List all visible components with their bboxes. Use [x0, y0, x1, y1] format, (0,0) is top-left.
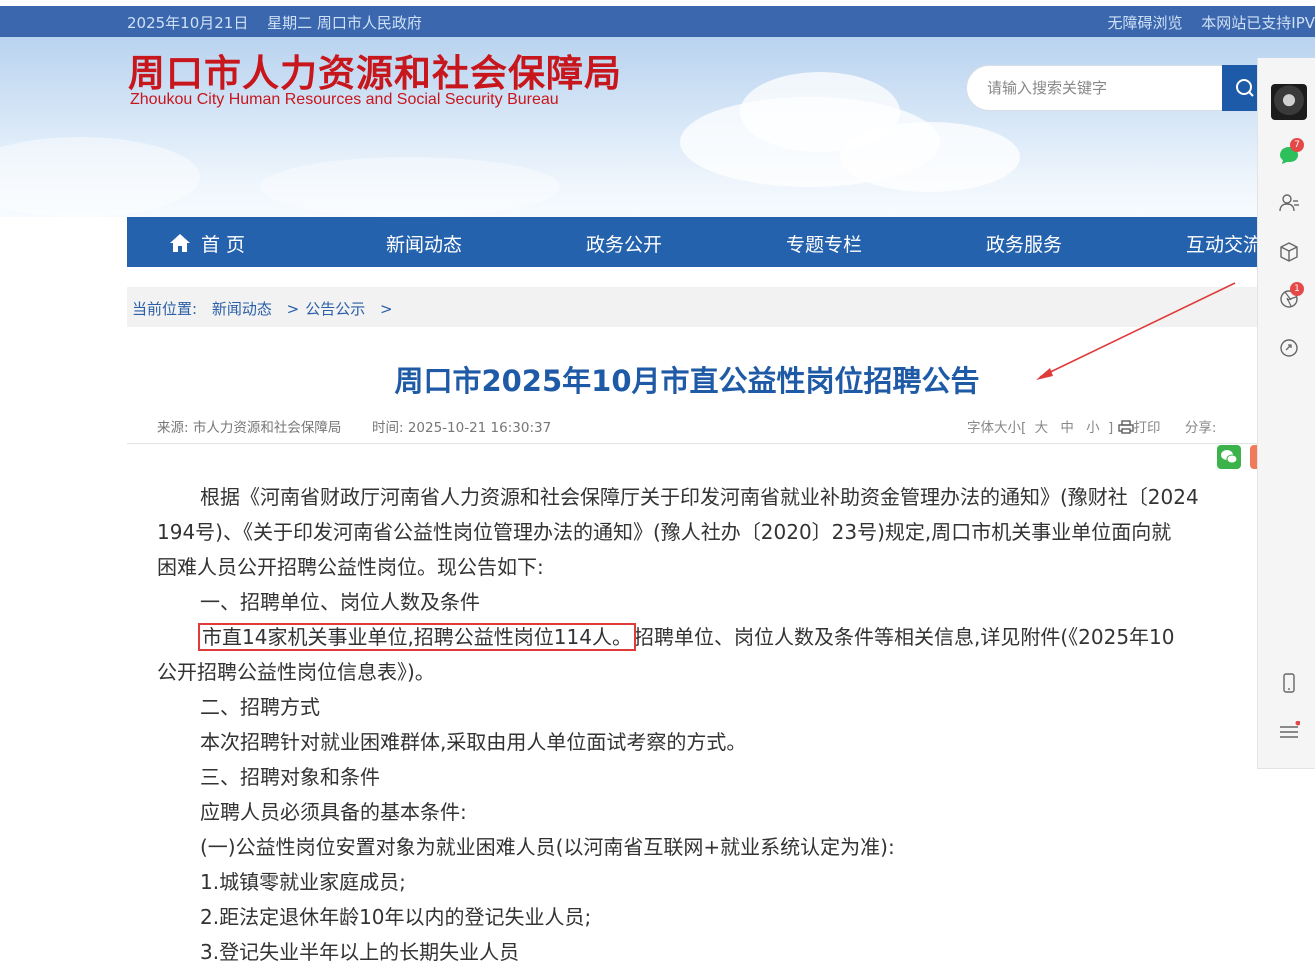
right-toolbar: 7 1 — [1257, 58, 1315, 769]
font-size-end: ] — [1107, 420, 1114, 436]
cube-icon — [1280, 242, 1298, 262]
search-icon — [1236, 79, 1254, 97]
top-bar: 2025年10月21日 星期二 周口市人民政府 无障碍浏览 本网站已支持IPV — [0, 6, 1315, 37]
search-input[interactable] — [985, 78, 1209, 98]
article-body: 根据《河南省财政厅河南省人力资源和社会保障厅关于印发河南省就业补助资金管理办法的… — [157, 480, 1315, 970]
section-heading: 二、招聘方式 — [200, 695, 320, 719]
nav-home[interactable]: 首 页 — [169, 230, 245, 257]
list-item: 2.距法定退休年龄10年以内的登记失业人员; — [200, 905, 592, 929]
mobile-button[interactable] — [1278, 672, 1300, 694]
print-label: 打印 — [1133, 420, 1161, 436]
site-title: 周口市人力资源和社会保障局 — [128, 51, 622, 95]
paragraph: 194号)、《关于印发河南省公益性岗位管理办法的通知》(豫人社办〔2020〕23… — [157, 520, 1172, 544]
weekday-government: 星期二 周口市人民政府 — [267, 14, 422, 32]
time-label: 时间: — [371, 420, 404, 436]
breadcrumb-label: 当前位置: — [132, 300, 198, 318]
breadcrumb-notices[interactable]: 公告公示 — [305, 300, 365, 318]
section-heading: 三、招聘对象和条件 — [200, 765, 380, 789]
paragraph: 本次招聘针对就业困难群体,采取由用人单位面试考察的方式。 — [200, 730, 747, 754]
paragraph: 市直14家机关事业单位,招聘公益性岗位114人。 招聘单位、岗位人数及条件等相关信… — [157, 620, 1315, 655]
breadcrumb-news[interactable]: 新闻动态 — [212, 300, 272, 318]
font-small-button[interactable]: 小 — [1086, 420, 1100, 436]
search-box — [966, 65, 1224, 111]
phone-icon — [1283, 673, 1295, 693]
accessibility-link[interactable]: 无障碍浏览 — [1107, 14, 1182, 32]
paragraph: 困难人员公开招聘公益性岗位。现公告如下: — [157, 555, 544, 579]
list-item: 1.城镇零就业家庭成员; — [200, 870, 406, 894]
print-button[interactable]: 打印 — [1117, 420, 1165, 436]
apps-button[interactable] — [1278, 241, 1300, 263]
paragraph: 应聘人员必须具备的基本条件: — [200, 800, 467, 824]
site-subtitle: Zhoukou City Human Resources and Social … — [130, 91, 559, 108]
article-tools: 字体大小[ 大 中 小 ] 打印 分享: — [967, 416, 1216, 436]
wechat-icon — [1221, 450, 1238, 464]
breadcrumb-separator: > — [286, 300, 300, 318]
paragraph-text: 招聘单位、岗位人数及条件等相关信息,详见附件(《2025年10 — [633, 625, 1175, 649]
chat-badge: 7 — [1290, 138, 1304, 152]
search-button[interactable] — [1222, 65, 1262, 111]
source-value: 市人力资源和社会保障局 — [192, 420, 342, 436]
article-meta: 来源: 市人力资源和社会保障局 时间: 2025-10-21 16:30:37 — [157, 416, 551, 436]
highlighted-text: 市直14家机关事业单位,招聘公益性岗位114人。 — [198, 623, 636, 651]
ipv6-notice: 本网站已支持IPV — [1201, 14, 1315, 32]
link-icon — [1280, 339, 1298, 357]
nav-interaction[interactable]: 互动交流 — [1186, 230, 1262, 257]
home-icon — [170, 234, 190, 252]
nav-home-label: 首 页 — [201, 234, 246, 256]
avatar[interactable] — [1271, 84, 1307, 120]
share-label: 分享: — [1184, 420, 1217, 436]
paragraph: 根据《河南省财政厅河南省人力资源和社会保障厅关于印发河南省就业补助资金管理办法的… — [200, 485, 1199, 509]
breadcrumb-separator: > — [380, 300, 393, 318]
paragraph: 公开招聘公益性岗位信息表》)。 — [157, 660, 435, 684]
user-icon — [1279, 194, 1299, 212]
font-size-label: 字体大小[ — [967, 420, 1027, 436]
nav-special-topics[interactable]: 专题专栏 — [786, 230, 862, 257]
divider — [127, 443, 1262, 444]
list-item: 3.登记失业半年以上的长期失业人员 — [200, 940, 520, 964]
menu-icon — [1280, 720, 1301, 738]
main-nav: 首 页 新闻动态 政务公开 专题专栏 政务服务 互动交流 — [127, 217, 1262, 267]
wechat-share-button[interactable] — [1217, 445, 1241, 469]
link-button[interactable] — [1278, 337, 1300, 359]
source-label: 来源: — [157, 420, 189, 436]
printer-icon — [1117, 420, 1134, 434]
section-heading: 一、招聘单位、岗位人数及条件 — [200, 590, 480, 614]
font-large-button[interactable]: 大 — [1035, 420, 1049, 436]
article-title: 周口市2025年10月市直公益性岗位招聘公告 — [394, 364, 980, 398]
nav-news[interactable]: 新闻动态 — [386, 230, 462, 257]
menu-button[interactable] — [1278, 720, 1301, 743]
paragraph: (一)公益性岗位安置对象为就业困难人员(以河南省互联网+就业系统认定为准): — [200, 835, 895, 859]
chat-button[interactable]: 7 — [1278, 138, 1304, 166]
current-date: 2025年10月21日 — [127, 14, 249, 32]
aperture-button[interactable]: 1 — [1278, 282, 1304, 310]
contacts-button[interactable] — [1278, 192, 1300, 214]
nav-gov-affairs-open[interactable]: 政务公开 — [586, 230, 662, 257]
nav-gov-services[interactable]: 政务服务 — [986, 230, 1062, 257]
aperture-badge: 1 — [1290, 282, 1304, 296]
time-value: 2025-10-21 16:30:37 — [407, 420, 552, 436]
font-medium-button[interactable]: 中 — [1060, 420, 1074, 436]
